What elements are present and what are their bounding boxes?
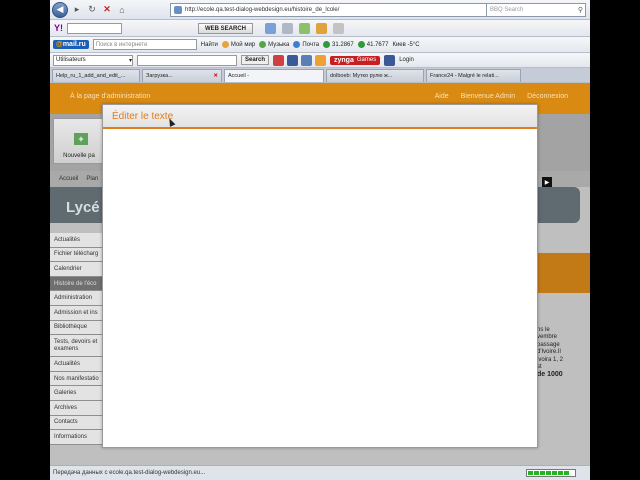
yahoo-search-input[interactable] xyxy=(67,22,122,34)
browser-window: ◀ ▸ ↻ ✕ ⌂ http://ecole.qa.test-dialog-we… xyxy=(50,0,590,480)
home-icon[interactable]: ⌂ xyxy=(116,3,128,17)
mailru-logo[interactable]: @mail.ru xyxy=(53,40,89,49)
tab-strip: Help_ru_1_add_and_edit_... Загрузка... ✕ … xyxy=(50,68,590,83)
nav-item-manifestations[interactable]: Nos manifestatio xyxy=(50,371,102,387)
chevron-down-icon: ▾ xyxy=(128,57,132,64)
dialog-title[interactable]: Éditer le texte xyxy=(103,105,537,129)
music-link[interactable]: Музыка xyxy=(259,41,289,48)
close-icon[interactable]: ✕ xyxy=(213,73,218,79)
news-icon[interactable] xyxy=(282,23,293,34)
mailru-search-input[interactable]: Поиск в интернете xyxy=(92,39,197,50)
status-text: Передача данных с ecole.qa.test-dialog-w… xyxy=(53,470,206,476)
nav-item-admission[interactable]: Admission et ins xyxy=(50,305,102,321)
page-content: À la page d'administration Aide Bienvenu… xyxy=(50,83,590,465)
tab-help[interactable]: Help_ru_1_add_and_edit_... xyxy=(52,69,140,82)
euro-rate[interactable]: 41.7677 xyxy=(357,41,388,48)
weather-widget[interactable]: Киев -5°C xyxy=(392,42,419,48)
odnoklassniki-icon[interactable] xyxy=(315,54,327,66)
banner-title: Lycé xyxy=(66,199,100,216)
url-text: http://ecole.qa.test-dialog-webdesign.eu… xyxy=(185,7,340,13)
yahoo-logo[interactable]: Y! xyxy=(54,23,63,33)
nav-item-contacts[interactable]: Contacts xyxy=(50,415,102,431)
forward-icon[interactable]: ▸ xyxy=(71,3,83,17)
nav-item-bibliotheque[interactable]: Bibliothèque xyxy=(50,320,102,336)
address-bar[interactable]: http://ecole.qa.test-dialog-webdesign.eu… xyxy=(170,3,530,17)
breadcrumb-plan[interactable]: Plan xyxy=(86,176,98,182)
tab-dolboeb[interactable]: dolboeb: Мутко рулю ж... xyxy=(326,69,424,82)
dollar-icon xyxy=(323,41,331,48)
nav-item-actualites-2[interactable]: Actualités xyxy=(50,357,102,372)
nav-item-fichiers[interactable]: Fichier télécharg xyxy=(50,247,102,263)
nav-item-administration[interactable]: Administration xyxy=(50,291,102,306)
logout-link[interactable]: Déconnexion xyxy=(527,93,568,100)
web-search-button[interactable]: WEB SEARCH xyxy=(198,23,254,34)
facebook-login-icon[interactable] xyxy=(384,54,396,66)
games-icon[interactable] xyxy=(316,23,327,34)
nav-item-calendrier[interactable]: Calendrier xyxy=(50,262,102,277)
breadcrumb-home[interactable]: Accueil xyxy=(59,176,78,182)
nav-item-actualites[interactable]: Actualités xyxy=(50,233,102,248)
find-button[interactable]: Найти xyxy=(201,42,218,48)
new-page-button[interactable]: + Nouvelle pa xyxy=(53,118,105,164)
finance-icon[interactable] xyxy=(299,23,310,34)
right-column-text: ns le vembre passage d'Ivoire.Il ivoira … xyxy=(537,327,564,379)
my-world-link[interactable]: Мой мир xyxy=(221,41,255,48)
youtube-icon[interactable] xyxy=(273,54,285,66)
search-placeholder: BBQ Search xyxy=(490,7,524,13)
mail-link[interactable]: Почта xyxy=(293,41,319,48)
add-page-icon: + xyxy=(74,133,88,145)
welcome-text: Bienvenue Admin xyxy=(460,93,516,100)
status-bar: Передача данных с ecole.qa.test-dialog-w… xyxy=(50,465,590,480)
nav-item-histoire[interactable]: Histoire de l'éco xyxy=(50,276,102,292)
music-icon xyxy=(259,41,267,48)
navigation-bar: ◀ ▸ ↻ ✕ ⌂ http://ecole.qa.test-dialog-we… xyxy=(50,0,590,20)
tab-accueil[interactable]: Accueil - xyxy=(224,69,324,82)
search-icon[interactable]: ⚲ xyxy=(578,6,585,14)
reload-icon[interactable]: ↻ xyxy=(86,3,98,17)
login-link[interactable]: Login xyxy=(399,57,414,63)
nav-item-archives[interactable]: Archives xyxy=(50,400,102,416)
facebook-icon[interactable] xyxy=(287,54,299,66)
mail-icon[interactable] xyxy=(265,23,276,34)
yahoo-toolbar: Y! WEB SEARCH xyxy=(50,20,590,37)
euro-icon xyxy=(357,41,365,48)
zynga-games-button[interactable]: zynga Games xyxy=(330,55,381,65)
user-select[interactable]: Utilisateurs ▾ xyxy=(53,54,133,66)
toolbar-search-input[interactable] xyxy=(137,54,237,66)
stop-icon[interactable]: ✕ xyxy=(101,3,113,17)
vk-icon[interactable] xyxy=(301,54,313,66)
edit-text-dialog[interactable]: Éditer le texte xyxy=(102,104,538,448)
mailru-toolbar: @mail.ru Поиск в интернете Найти Мой мир… xyxy=(50,37,590,53)
admin-link[interactable]: À la page d'administration xyxy=(70,93,150,100)
nav-item-galeries[interactable]: Galeries xyxy=(50,386,102,401)
tab-loading[interactable]: Загрузка... ✕ xyxy=(142,69,222,82)
my-world-icon xyxy=(221,41,229,48)
right-sidebar-box xyxy=(537,253,590,293)
back-icon[interactable]: ◀ xyxy=(52,1,68,18)
more-icon[interactable] xyxy=(333,23,344,34)
play-icon[interactable]: ▶ xyxy=(542,177,552,187)
tab-france24[interactable]: France24 - Malgré le relati... xyxy=(426,69,521,82)
bookmarks-toolbar: Utilisateurs ▾ Search zynga Games Login xyxy=(50,53,590,68)
nav-item-tests[interactable]: Tests, devoirs et examens xyxy=(50,335,102,358)
toolbar-search-button[interactable]: Search xyxy=(241,55,270,65)
left-navigation: Actualités Fichier télécharg Calendrier … xyxy=(50,233,102,445)
dollar-rate[interactable]: 31.2867 xyxy=(323,41,354,48)
loading-progress xyxy=(526,469,576,477)
site-icon xyxy=(174,6,182,14)
envelope-icon xyxy=(293,41,301,48)
help-link[interactable]: Aide xyxy=(435,93,449,100)
search-box[interactable]: BBQ Search ⚲ xyxy=(486,3,586,17)
nav-item-informations[interactable]: Informations xyxy=(50,430,102,445)
